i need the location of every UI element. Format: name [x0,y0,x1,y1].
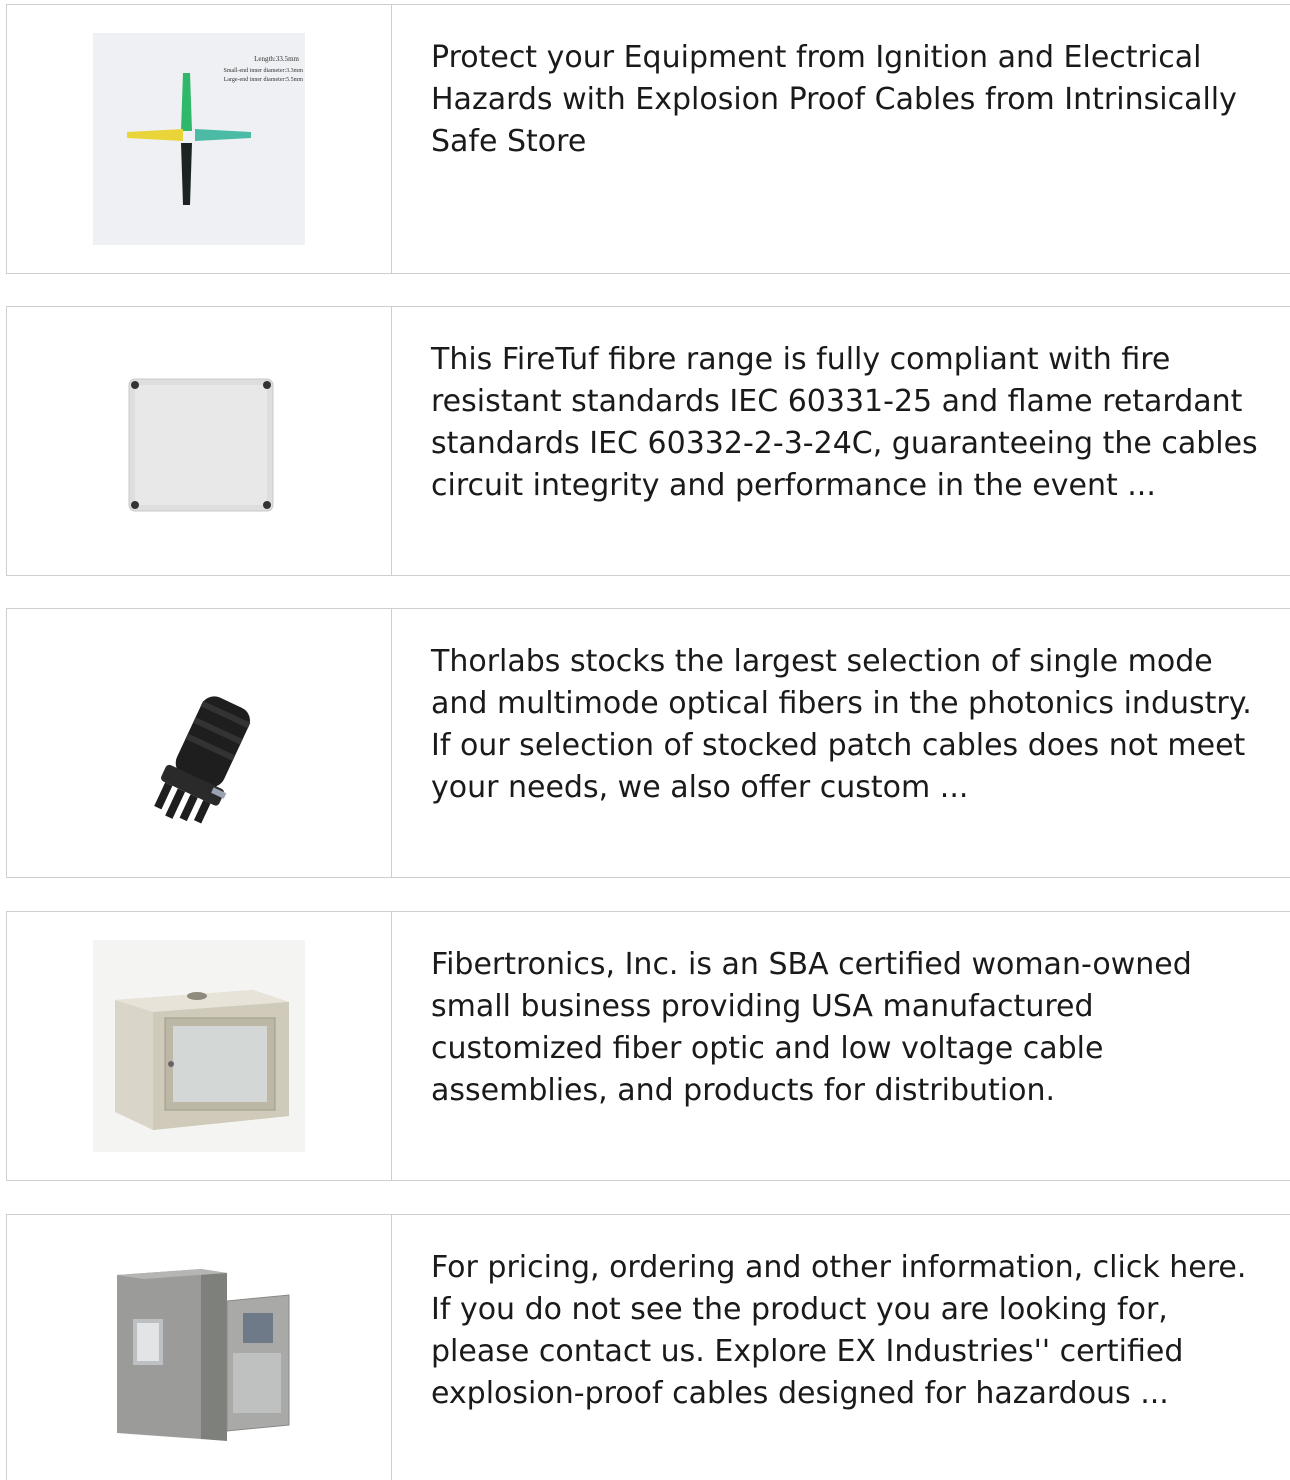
result-card[interactable]: Length:33.5mm Small-end inner diameter:3… [6,4,1290,274]
result-description[interactable]: Thorlabs stocks the largest selection of… [431,641,1271,809]
result-thumbnail[interactable]: Length:33.5mm Small-end inner diameter:3… [7,5,392,273]
splice-closure-image [93,637,305,849]
result-thumbnail[interactable] [7,912,392,1180]
thumb-label: Large-end inner diameter:5.5mm [224,77,304,83]
result-card[interactable]: This FireTuf fibre range is fully compli… [6,306,1290,576]
outdoor-cabinet-image [93,1243,305,1455]
thumb-label: Small-end inner diameter:3.3mm [224,68,304,74]
result-card[interactable]: Fibertronics, Inc. is an SBA certified w… [6,911,1290,1181]
cable-boot-connectors-image: Length:33.5mm Small-end inner diameter:3… [93,33,305,245]
result-description[interactable]: Fibertronics, Inc. is an SBA certified w… [431,944,1271,1112]
result-description[interactable]: Protect your Equipment from Ignition and… [431,37,1271,163]
junction-box-image [93,335,305,547]
result-description[interactable]: For pricing, ordering and other informat… [431,1247,1271,1415]
result-thumbnail[interactable] [7,1215,392,1480]
result-card[interactable]: Thorlabs stocks the largest selection of… [6,608,1290,878]
result-card[interactable]: For pricing, ordering and other informat… [6,1214,1290,1480]
wall-mount-cabinet-image [93,940,305,1152]
result-description[interactable]: This FireTuf fibre range is fully compli… [431,339,1271,507]
result-thumbnail[interactable] [7,609,392,877]
thumb-label: Length:33.5mm [254,55,299,63]
result-thumbnail[interactable] [7,307,392,575]
